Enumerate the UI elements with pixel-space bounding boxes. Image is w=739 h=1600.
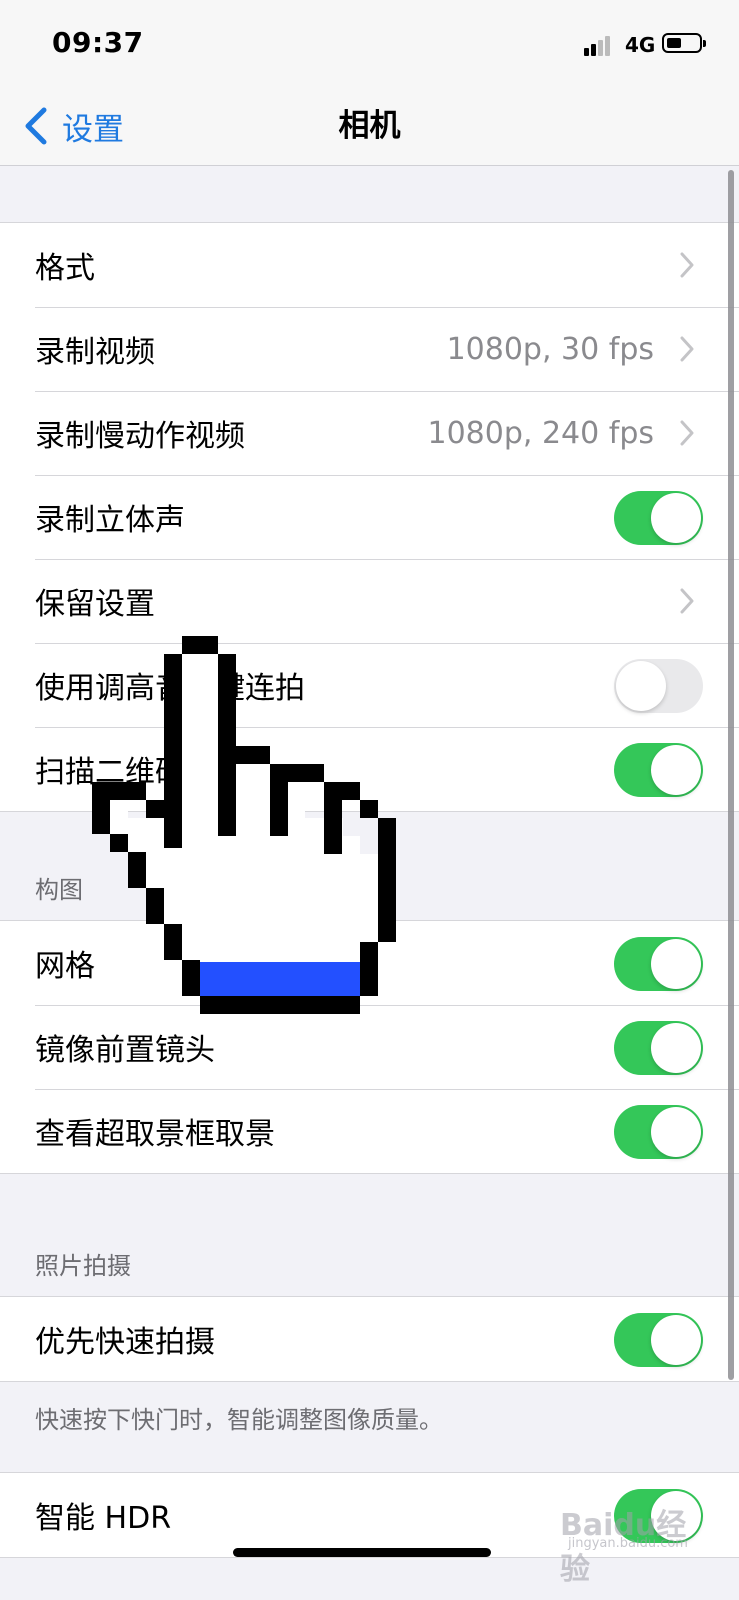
row-label: 使用调高音量键连拍 xyxy=(35,671,305,706)
row-label: 保留设置 xyxy=(35,587,155,622)
page-title: 相机 xyxy=(338,108,401,144)
row-label: 智能 HDR xyxy=(35,1501,172,1536)
row-label: 镜像前置镜头 xyxy=(35,1033,215,1068)
row-format[interactable]: 格式 xyxy=(0,223,739,307)
composition-group: 网格 镜像前置镜头 查看超取景框取景 xyxy=(0,920,739,1174)
mirror-front-toggle[interactable] xyxy=(614,1021,703,1075)
volume-burst-toggle[interactable] xyxy=(614,659,703,713)
section-header-composition: 构图 xyxy=(0,812,739,920)
battery-icon xyxy=(662,33,706,53)
stereo-toggle[interactable] xyxy=(614,491,703,545)
faster-shooting-toggle[interactable] xyxy=(614,1313,703,1367)
photo-capture-group: 优先快速拍摄 xyxy=(0,1296,739,1382)
chevron-right-icon xyxy=(680,252,694,278)
row-label: 格式 xyxy=(35,251,95,286)
row-label: 查看超取景框取景 xyxy=(35,1117,275,1152)
row-label: 优先快速拍摄 xyxy=(35,1325,215,1360)
row-label: 扫描二维码 xyxy=(35,755,185,790)
section-title: 照片拍摄 xyxy=(35,1252,131,1280)
row-label: 录制立体声 xyxy=(35,503,185,538)
chevron-right-icon xyxy=(680,588,694,614)
settings-list: 格式 录制视频 1080p, 30 fps 录制慢动作视频 1080p, 240… xyxy=(0,166,739,1558)
signal-icon xyxy=(584,34,614,56)
scan-qr-toggle[interactable] xyxy=(614,743,703,797)
row-mirror-front: 镜像前置镜头 xyxy=(0,1005,739,1089)
home-indicator[interactable] xyxy=(233,1548,491,1557)
row-record-slomo[interactable]: 录制慢动作视频 1080p, 240 fps xyxy=(0,391,739,475)
smart-hdr-toggle[interactable] xyxy=(614,1489,703,1543)
row-label: 网格 xyxy=(35,949,95,984)
scroll-indicator[interactable] xyxy=(728,170,734,1380)
row-smart-hdr: 智能 HDR xyxy=(0,1473,739,1557)
section-header-photo-capture: 照片拍摄 xyxy=(0,1174,739,1296)
status-time: 09:37 xyxy=(52,26,144,59)
hdr-group: 智能 HDR xyxy=(0,1472,739,1558)
status-bar: 09:37 4G xyxy=(0,0,739,90)
footer-text: 快速按下快门时，智能调整图像质量。 xyxy=(35,1406,443,1434)
row-label: 录制慢动作视频 xyxy=(35,419,245,454)
row-label: 录制视频 xyxy=(35,335,155,370)
network-type: 4G xyxy=(625,33,656,57)
view-outside-frame-toggle[interactable] xyxy=(614,1105,703,1159)
chevron-right-icon xyxy=(680,420,694,446)
camera-settings-group: 格式 录制视频 1080p, 30 fps 录制慢动作视频 1080p, 240… xyxy=(0,222,739,812)
row-scan-qr: 扫描二维码 xyxy=(0,727,739,811)
row-value: 1080p, 240 fps xyxy=(427,415,655,451)
chevron-right-icon xyxy=(680,336,694,362)
section-title: 构图 xyxy=(35,876,83,904)
row-view-outside-frame: 查看超取景框取景 xyxy=(0,1089,739,1173)
row-value: 1080p, 30 fps xyxy=(446,331,654,367)
section-footer: 快速按下快门时，智能调整图像质量。 xyxy=(0,1382,739,1472)
grid-toggle[interactable] xyxy=(614,937,703,991)
row-prioritize-faster-shooting: 优先快速拍摄 xyxy=(0,1297,739,1381)
navigation-bar: 设置 相机 xyxy=(0,90,739,166)
row-record-video[interactable]: 录制视频 1080p, 30 fps xyxy=(0,307,739,391)
row-record-stereo: 录制立体声 xyxy=(0,475,739,559)
row-preserve-settings[interactable]: 保留设置 xyxy=(0,559,739,643)
row-volume-burst: 使用调高音量键连拍 xyxy=(0,643,739,727)
row-grid: 网格 xyxy=(0,921,739,1005)
